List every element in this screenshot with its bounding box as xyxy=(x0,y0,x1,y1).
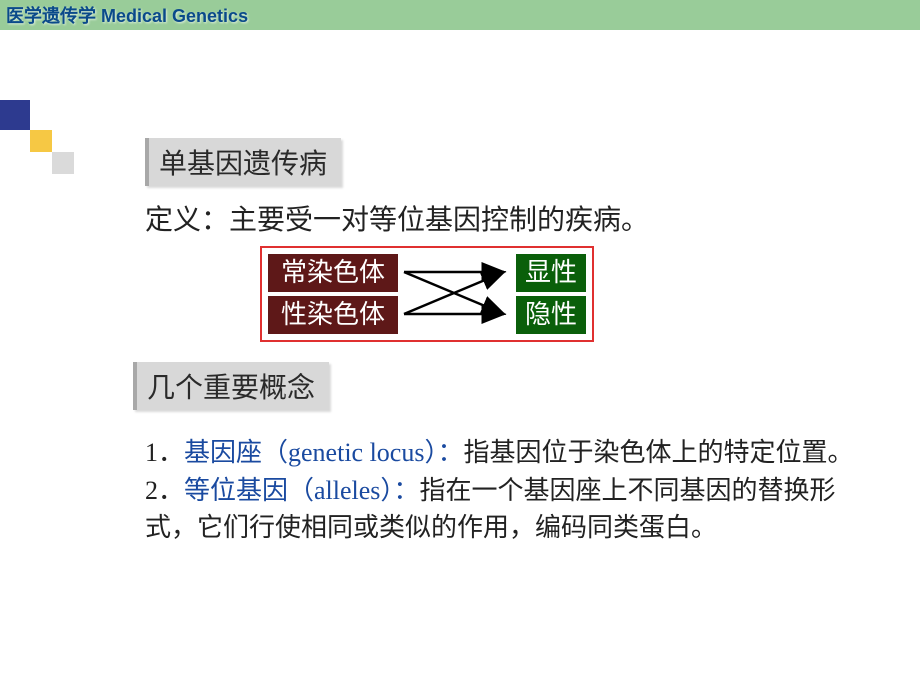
decorative-squares xyxy=(0,100,30,130)
diag-left-bottom: 性染色体 xyxy=(268,296,398,334)
diag-left-top: 常染色体 xyxy=(268,254,398,292)
slide-content: 单基因遗传病 定义：主要受一对等位基因控制的疾病。 常染色体 性染色体 xyxy=(145,138,845,547)
concept1-term: 基因座（genetic locus）： xyxy=(184,438,463,467)
heading-concepts: 几个重要概念 xyxy=(133,362,329,410)
diag-right-top: 显性 xyxy=(516,254,586,292)
square-yellow xyxy=(30,130,52,152)
concept1-num: 1． xyxy=(145,438,184,467)
square-blue xyxy=(0,100,30,130)
concepts-list: 1．基因座（genetic locus）：指基因位于染色体上的特定位置。 2．等… xyxy=(145,434,865,547)
header-title-cn: 医学遗传学 xyxy=(6,6,96,26)
square-gray xyxy=(52,152,74,174)
concept2-num: 2． xyxy=(145,476,184,505)
diag-right-bottom: 隐性 xyxy=(516,296,586,334)
header-bar: 医学遗传学 Medical Genetics xyxy=(0,0,920,30)
heading-main: 单基因遗传病 xyxy=(145,138,341,186)
diagram-arrows xyxy=(398,252,516,336)
definition-text: 定义：主要受一对等位基因控制的疾病。 xyxy=(145,198,845,238)
header-title-en: Medical Genetics xyxy=(101,6,248,26)
concept2-term: 等位基因（alleles）： xyxy=(184,476,419,505)
diagram-box: 常染色体 性染色体 显性 隐性 xyxy=(260,246,594,342)
concept1-text: 指基因位于染色体上的特定位置。 xyxy=(463,438,853,467)
